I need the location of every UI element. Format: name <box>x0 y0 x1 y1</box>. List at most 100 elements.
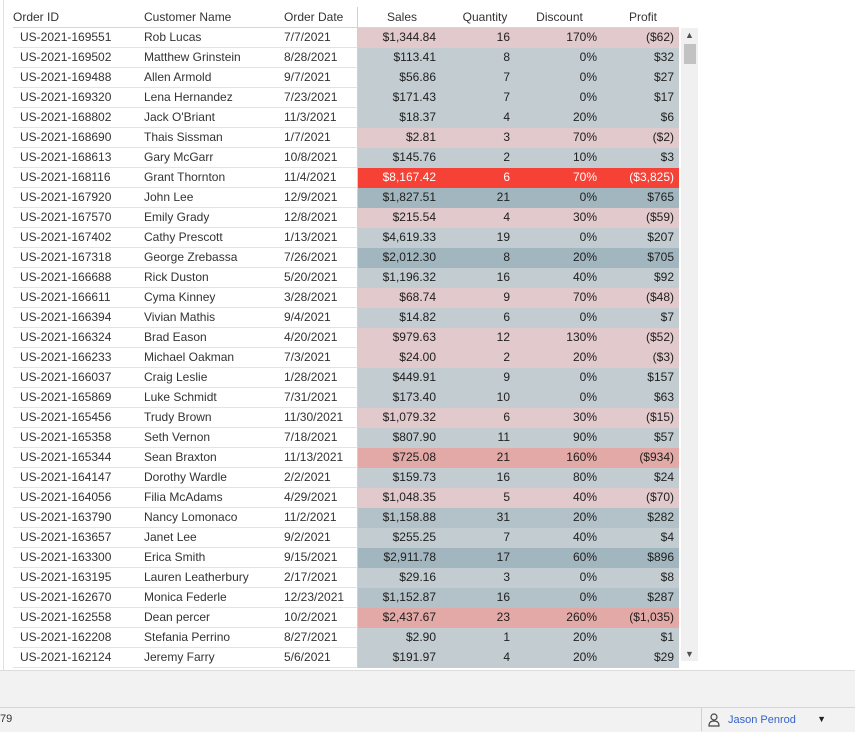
cell-customer-name[interactable]: Cathy Prescott <box>144 228 284 248</box>
cell-discount[interactable]: 0% <box>516 588 603 608</box>
cell-sales[interactable]: $145.76 <box>358 148 446 168</box>
cell-discount[interactable]: 130% <box>516 328 603 348</box>
cell-sales[interactable]: $2.90 <box>358 628 446 648</box>
cell-order-date[interactable]: 7/3/2021 <box>284 348 358 368</box>
cell-customer-name[interactable]: Gary McGarr <box>144 148 284 168</box>
cell-discount[interactable]: 0% <box>516 48 603 68</box>
cell-quantity[interactable]: 21 <box>446 448 516 468</box>
cell-sales[interactable]: $113.41 <box>358 48 446 68</box>
cell-customer-name[interactable]: Cyma Kinney <box>144 288 284 308</box>
cell-quantity[interactable]: 4 <box>446 648 516 668</box>
cell-quantity[interactable]: 9 <box>446 368 516 388</box>
cell-profit[interactable]: $63 <box>603 388 679 408</box>
cell-discount[interactable]: 260% <box>516 608 603 628</box>
table-row[interactable]: US-2021-165358 Seth Vernon 7/18/2021 $807.9… <box>13 428 679 448</box>
cell-sales[interactable]: $171.43 <box>358 88 446 108</box>
cell-order-id[interactable]: US-2021-167570 <box>13 208 144 228</box>
table-row[interactable]: US-2021-166324 Brad Eason 4/20/2021 $979.63… <box>13 328 679 348</box>
cell-discount[interactable]: 0% <box>516 568 603 588</box>
cell-quantity[interactable]: 4 <box>446 208 516 228</box>
cell-sales[interactable]: $1,827.51 <box>358 188 446 208</box>
cell-order-id[interactable]: US-2021-165456 <box>13 408 144 428</box>
cell-discount[interactable]: 20% <box>516 248 603 268</box>
cell-order-date[interactable]: 7/31/2021 <box>284 388 358 408</box>
cell-customer-name[interactable]: George Zrebassa <box>144 248 284 268</box>
cell-discount[interactable]: 40% <box>516 268 603 288</box>
cell-order-id[interactable]: US-2021-162670 <box>13 588 144 608</box>
cell-discount[interactable]: 20% <box>516 348 603 368</box>
table-row[interactable]: US-2021-163657 Janet Lee 9/2/2021 $255.25 7 4… <box>13 528 679 548</box>
cell-customer-name[interactable]: Dean percer <box>144 608 284 628</box>
cell-order-date[interactable]: 11/2/2021 <box>284 508 358 528</box>
cell-discount[interactable]: 20% <box>516 108 603 128</box>
cell-order-date[interactable]: 8/28/2021 <box>284 48 358 68</box>
cell-order-id[interactable]: US-2021-162558 <box>13 608 144 628</box>
cell-customer-name[interactable]: Lena Hernandez <box>144 88 284 108</box>
cell-discount[interactable]: 70% <box>516 168 603 188</box>
table-row[interactable]: US-2021-169488 Allen Armold 9/7/2021 $56.86… <box>13 68 679 88</box>
cell-profit[interactable]: $207 <box>603 228 679 248</box>
cell-order-date[interactable]: 7/7/2021 <box>284 28 358 48</box>
cell-discount[interactable]: 0% <box>516 388 603 408</box>
cell-order-id[interactable]: US-2021-164056 <box>13 488 144 508</box>
cell-order-date[interactable]: 1/28/2021 <box>284 368 358 388</box>
cell-order-date[interactable]: 11/4/2021 <box>284 168 358 188</box>
cell-order-id[interactable]: US-2021-163195 <box>13 568 144 588</box>
cell-discount[interactable]: 160% <box>516 448 603 468</box>
table-row[interactable]: US-2021-165456 Trudy Brown 11/30/2021 $1,07… <box>13 408 679 428</box>
user-menu[interactable]: Jason Penrod ▼ <box>701 708 832 731</box>
cell-quantity[interactable]: 2 <box>446 348 516 368</box>
cell-profit[interactable]: $705 <box>603 248 679 268</box>
cell-order-date[interactable]: 8/27/2021 <box>284 628 358 648</box>
cell-sales[interactable]: $2,911.78 <box>358 548 446 568</box>
table-row[interactable]: US-2021-169502 Matthew Grinstein 8/28/2021… <box>13 48 679 68</box>
column-header-quantity[interactable]: Quantity <box>446 7 516 27</box>
table-row[interactable]: US-2021-162124 Jeremy Farry 5/6/2021 $191.9… <box>13 648 679 668</box>
cell-profit[interactable]: ($3) <box>603 348 679 368</box>
column-header-profit[interactable]: Profit <box>603 7 679 27</box>
cell-customer-name[interactable]: Emily Grady <box>144 208 284 228</box>
cell-order-id[interactable]: US-2021-163657 <box>13 528 144 548</box>
table-row[interactable]: US-2021-166037 Craig Leslie 1/28/2021 $449.… <box>13 368 679 388</box>
cell-sales[interactable]: $2,437.67 <box>358 608 446 628</box>
cell-sales[interactable]: $14.82 <box>358 308 446 328</box>
cell-customer-name[interactable]: Seth Vernon <box>144 428 284 448</box>
cell-customer-name[interactable]: Grant Thornton <box>144 168 284 188</box>
cell-quantity[interactable]: 9 <box>446 288 516 308</box>
cell-sales[interactable]: $1,048.35 <box>358 488 446 508</box>
cell-quantity[interactable]: 16 <box>446 588 516 608</box>
cell-profit[interactable]: $896 <box>603 548 679 568</box>
cell-discount[interactable]: 70% <box>516 128 603 148</box>
cell-quantity[interactable]: 16 <box>446 28 516 48</box>
cell-quantity[interactable]: 3 <box>446 128 516 148</box>
cell-quantity[interactable]: 4 <box>446 108 516 128</box>
cell-sales[interactable]: $191.97 <box>358 648 446 668</box>
cell-quantity[interactable]: 1 <box>446 628 516 648</box>
cell-profit[interactable]: $92 <box>603 268 679 288</box>
cell-order-date[interactable]: 12/9/2021 <box>284 188 358 208</box>
cell-order-date[interactable]: 12/8/2021 <box>284 208 358 228</box>
cell-sales[interactable]: $29.16 <box>358 568 446 588</box>
cell-order-id[interactable]: US-2021-166688 <box>13 268 144 288</box>
cell-sales[interactable]: $449.91 <box>358 368 446 388</box>
cell-quantity[interactable]: 31 <box>446 508 516 528</box>
cell-order-id[interactable]: US-2021-168613 <box>13 148 144 168</box>
table-row[interactable]: US-2021-164056 Filia McAdams 4/29/2021 $1,0… <box>13 488 679 508</box>
cell-order-id[interactable]: US-2021-166037 <box>13 368 144 388</box>
table-row[interactable]: US-2021-168690 Thais Sissman 1/7/2021 $2.81… <box>13 128 679 148</box>
cell-quantity[interactable]: 7 <box>446 528 516 548</box>
caret-down-icon[interactable]: ▼ <box>817 714 826 724</box>
cell-order-date[interactable]: 2/2/2021 <box>284 468 358 488</box>
cell-customer-name[interactable]: Lauren Leatherbury <box>144 568 284 588</box>
cell-profit[interactable]: $7 <box>603 308 679 328</box>
cell-discount[interactable]: 80% <box>516 468 603 488</box>
cell-order-date[interactable]: 1/13/2021 <box>284 228 358 248</box>
cell-order-date[interactable]: 7/26/2021 <box>284 248 358 268</box>
cell-profit[interactable]: $57 <box>603 428 679 448</box>
cell-sales[interactable]: $1,152.87 <box>358 588 446 608</box>
cell-customer-name[interactable]: Dorothy Wardle <box>144 468 284 488</box>
cell-discount[interactable]: 0% <box>516 308 603 328</box>
cell-quantity[interactable]: 7 <box>446 88 516 108</box>
cell-discount[interactable]: 60% <box>516 548 603 568</box>
cell-order-id[interactable]: US-2021-165344 <box>13 448 144 468</box>
